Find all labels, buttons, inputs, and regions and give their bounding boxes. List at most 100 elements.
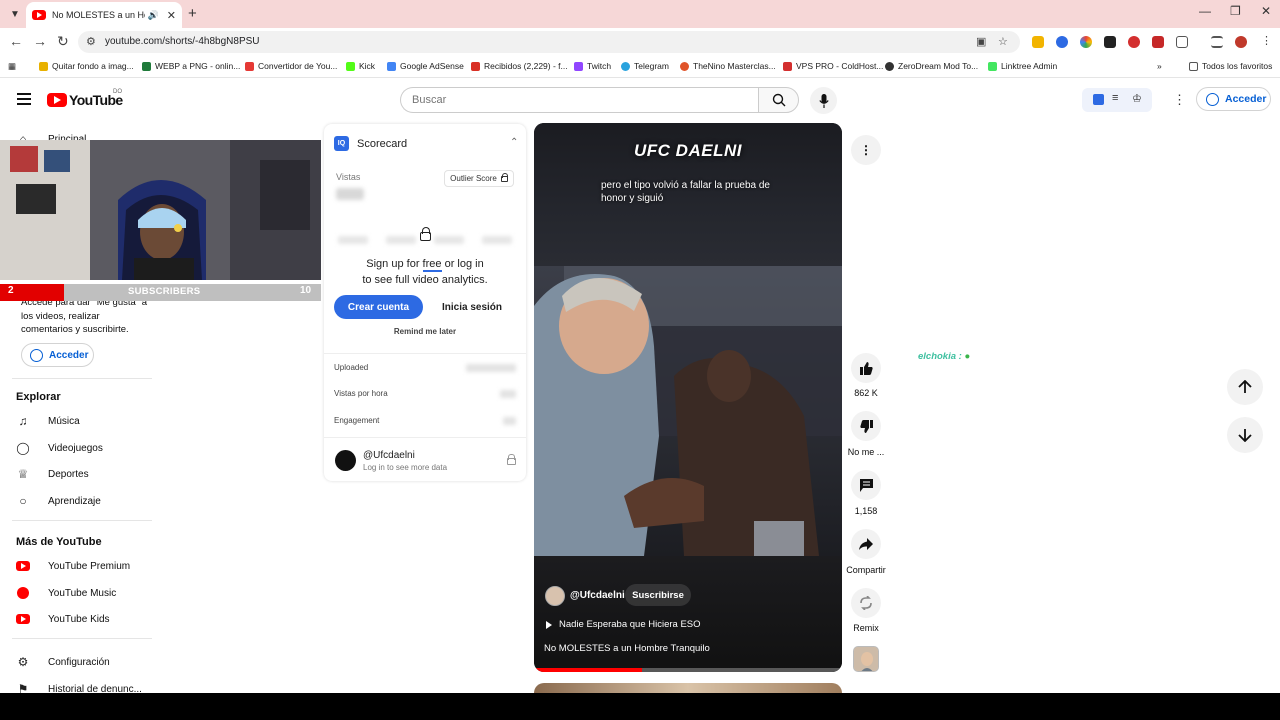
emote-icon: ●	[964, 351, 971, 362]
progress-bar[interactable]	[534, 668, 842, 672]
vidiq-trophy-icon[interactable]: ♔	[1132, 92, 1142, 105]
bookmark-favicon-icon	[387, 61, 396, 71]
active-tab[interactable]: No MOLESTES a un Hombre 🔊 ✕	[26, 2, 182, 28]
more-options-icon[interactable]: ⋮	[851, 135, 881, 165]
next-short-button[interactable]	[1227, 417, 1263, 453]
bookmark-item[interactable]: Linktree Admin	[988, 61, 1057, 71]
playlist-link[interactable]: Nadie Esperaba que Hiciera ESO	[546, 619, 701, 630]
signin-label: Acceder	[1225, 93, 1267, 105]
extension-icon[interactable]	[1056, 36, 1068, 48]
sidebar-item-gaming[interactable]: ◯ Videojuegos	[16, 441, 103, 455]
sidebar-item-music-app[interactable]: YouTube Music	[16, 586, 116, 600]
bookmark-item[interactable]: Twitch	[574, 61, 611, 71]
chrome-menu-icon[interactable]: ⋮	[1261, 34, 1272, 47]
previous-short-button[interactable]	[1227, 369, 1263, 405]
bookmark-item[interactable]: Telegram	[621, 61, 669, 71]
profile-avatar-icon[interactable]	[1235, 36, 1247, 48]
bookmark-item[interactable]: ZeroDream Mod To...	[885, 61, 978, 71]
views-value-blurred	[336, 188, 364, 200]
bookmark-item[interactable]: Kick	[346, 61, 375, 71]
short-video-player[interactable]: UFC DAELNI pero el tipo volvió a fallar …	[534, 123, 842, 672]
bookmark-item[interactable]: Quitar fondo a imag...	[39, 61, 134, 71]
like-button[interactable]	[851, 353, 881, 383]
bookmark-item[interactable]: Recibidos (2,229) - f...	[471, 61, 568, 71]
new-tab-button[interactable]: +	[188, 5, 197, 22]
create-account-button[interactable]: Crear cuenta	[334, 295, 423, 319]
youtube-favicon-icon	[32, 10, 46, 20]
vidiq-stats-icon[interactable]: ≡	[1112, 92, 1118, 104]
bookmark-item[interactable]: TheNino Masterclas...	[680, 61, 776, 71]
reading-list-icon[interactable]	[1211, 36, 1223, 48]
bookmark-item[interactable]: Google AdSense	[387, 61, 464, 71]
forward-icon[interactable]: →	[33, 33, 47, 49]
settings-more-icon[interactable]: ⋮	[1173, 92, 1186, 108]
remix-button[interactable]	[851, 588, 881, 618]
sidebar-item-learning[interactable]: ○ Aprendizaje	[16, 494, 100, 508]
more-bookmarks-icon[interactable]: »	[1157, 61, 1162, 71]
audio-source-thumbnail[interactable]	[853, 646, 879, 672]
reload-icon[interactable]: ↻	[57, 33, 69, 50]
voice-search-button[interactable]	[810, 87, 837, 114]
sidebar-item-report-history[interactable]: ⚑ Historial de denunc...	[16, 682, 142, 693]
sidebar-item-kids[interactable]: YouTube Kids	[16, 612, 110, 626]
bookmark-item[interactable]: VPS PRO - ColdHost...	[783, 61, 883, 71]
free-link[interactable]: free	[422, 258, 442, 272]
address-bar[interactable]: ⚙ youtube.com/shorts/-4h8bgN8PSU ▣ ☆	[78, 31, 1020, 53]
sidebar-item-sports[interactable]: ♕ Deportes	[16, 467, 89, 481]
back-icon[interactable]: ←	[9, 33, 23, 49]
bookmark-star-icon[interactable]: ☆	[998, 35, 1008, 48]
channel-handle[interactable]: @Ufcdaelni	[363, 450, 415, 461]
channel-name[interactable]: @Ufcdaelni	[570, 590, 625, 601]
extensions-puzzle-icon[interactable]	[1176, 36, 1188, 48]
remind-later-link[interactable]: Remind me later	[336, 327, 514, 336]
uploaded-label: Uploaded	[334, 363, 369, 372]
search-input[interactable]	[412, 94, 742, 106]
lightbulb-icon: ○	[19, 494, 27, 508]
video-info-area	[534, 556, 842, 672]
all-bookmarks-folder[interactable]: Todos los favoritos	[1189, 61, 1272, 71]
bookmark-item[interactable]: WEBP a PNG - onlin...	[142, 61, 240, 71]
extension-icon[interactable]	[1032, 36, 1044, 48]
extension-icon[interactable]	[1080, 36, 1092, 48]
thumbs-down-icon	[859, 419, 873, 433]
tab-title: No MOLESTES a un Hombre	[52, 10, 145, 20]
install-app-icon[interactable]: ▣	[976, 35, 986, 48]
vidiq-logo-icon[interactable]	[1093, 94, 1104, 105]
close-tab-icon[interactable]: ✕	[167, 9, 176, 22]
trophy-icon: ♕	[17, 467, 29, 481]
extension-icon[interactable]	[1152, 36, 1164, 48]
site-info-icon[interactable]: ⚙	[86, 35, 96, 48]
sidebar-item-premium[interactable]: YouTube Premium	[16, 559, 130, 573]
signin-button[interactable]: Acceder	[1196, 87, 1271, 111]
speaker-icon[interactable]: 🔊	[148, 10, 159, 21]
extension-icon[interactable]	[1104, 36, 1116, 48]
next-short-preview[interactable]	[534, 683, 842, 693]
collapse-chevron-icon[interactable]: ⌃	[510, 137, 518, 148]
video-title[interactable]: No MOLESTES a un Hombre Tranquilo	[544, 643, 710, 654]
hamburger-menu-icon[interactable]	[17, 93, 31, 105]
dislike-button[interactable]	[851, 411, 881, 441]
sidebar-signin-button[interactable]: Acceder	[21, 343, 94, 367]
window-close-icon[interactable]: ✕	[1261, 4, 1271, 18]
minimize-icon[interactable]: —	[1199, 4, 1211, 18]
bookmark-favicon-icon	[574, 61, 583, 71]
restore-icon[interactable]: ❐	[1230, 4, 1241, 18]
channel-avatar[interactable]	[335, 450, 356, 471]
sidebar-item-settings[interactable]: ⚙ Configuración	[16, 655, 110, 669]
extension-icon[interactable]	[1128, 36, 1140, 48]
tab-search-button[interactable]: ▼	[6, 5, 24, 23]
search-button[interactable]	[758, 87, 799, 113]
bookmark-item[interactable]: Convertidor de You...	[245, 61, 337, 71]
channel-avatar[interactable]	[545, 586, 565, 606]
vidiq-logo-icon: IQ	[334, 136, 349, 151]
comments-button[interactable]	[851, 470, 881, 500]
share-button[interactable]	[851, 529, 881, 559]
outlier-score-button[interactable]: Outlier Score	[444, 170, 514, 187]
signup-message: Sign up for free or log in to see full v…	[336, 257, 514, 288]
youtube-logo[interactable]: YouTube DO	[47, 89, 123, 108]
apps-grid-icon[interactable]: ▦	[8, 61, 16, 72]
play-icon	[546, 620, 552, 629]
login-button[interactable]: Inicia sesión	[429, 295, 515, 319]
subscribe-button[interactable]: Suscribirse	[625, 584, 691, 606]
sidebar-item-music[interactable]: ♫ Música	[16, 414, 80, 428]
